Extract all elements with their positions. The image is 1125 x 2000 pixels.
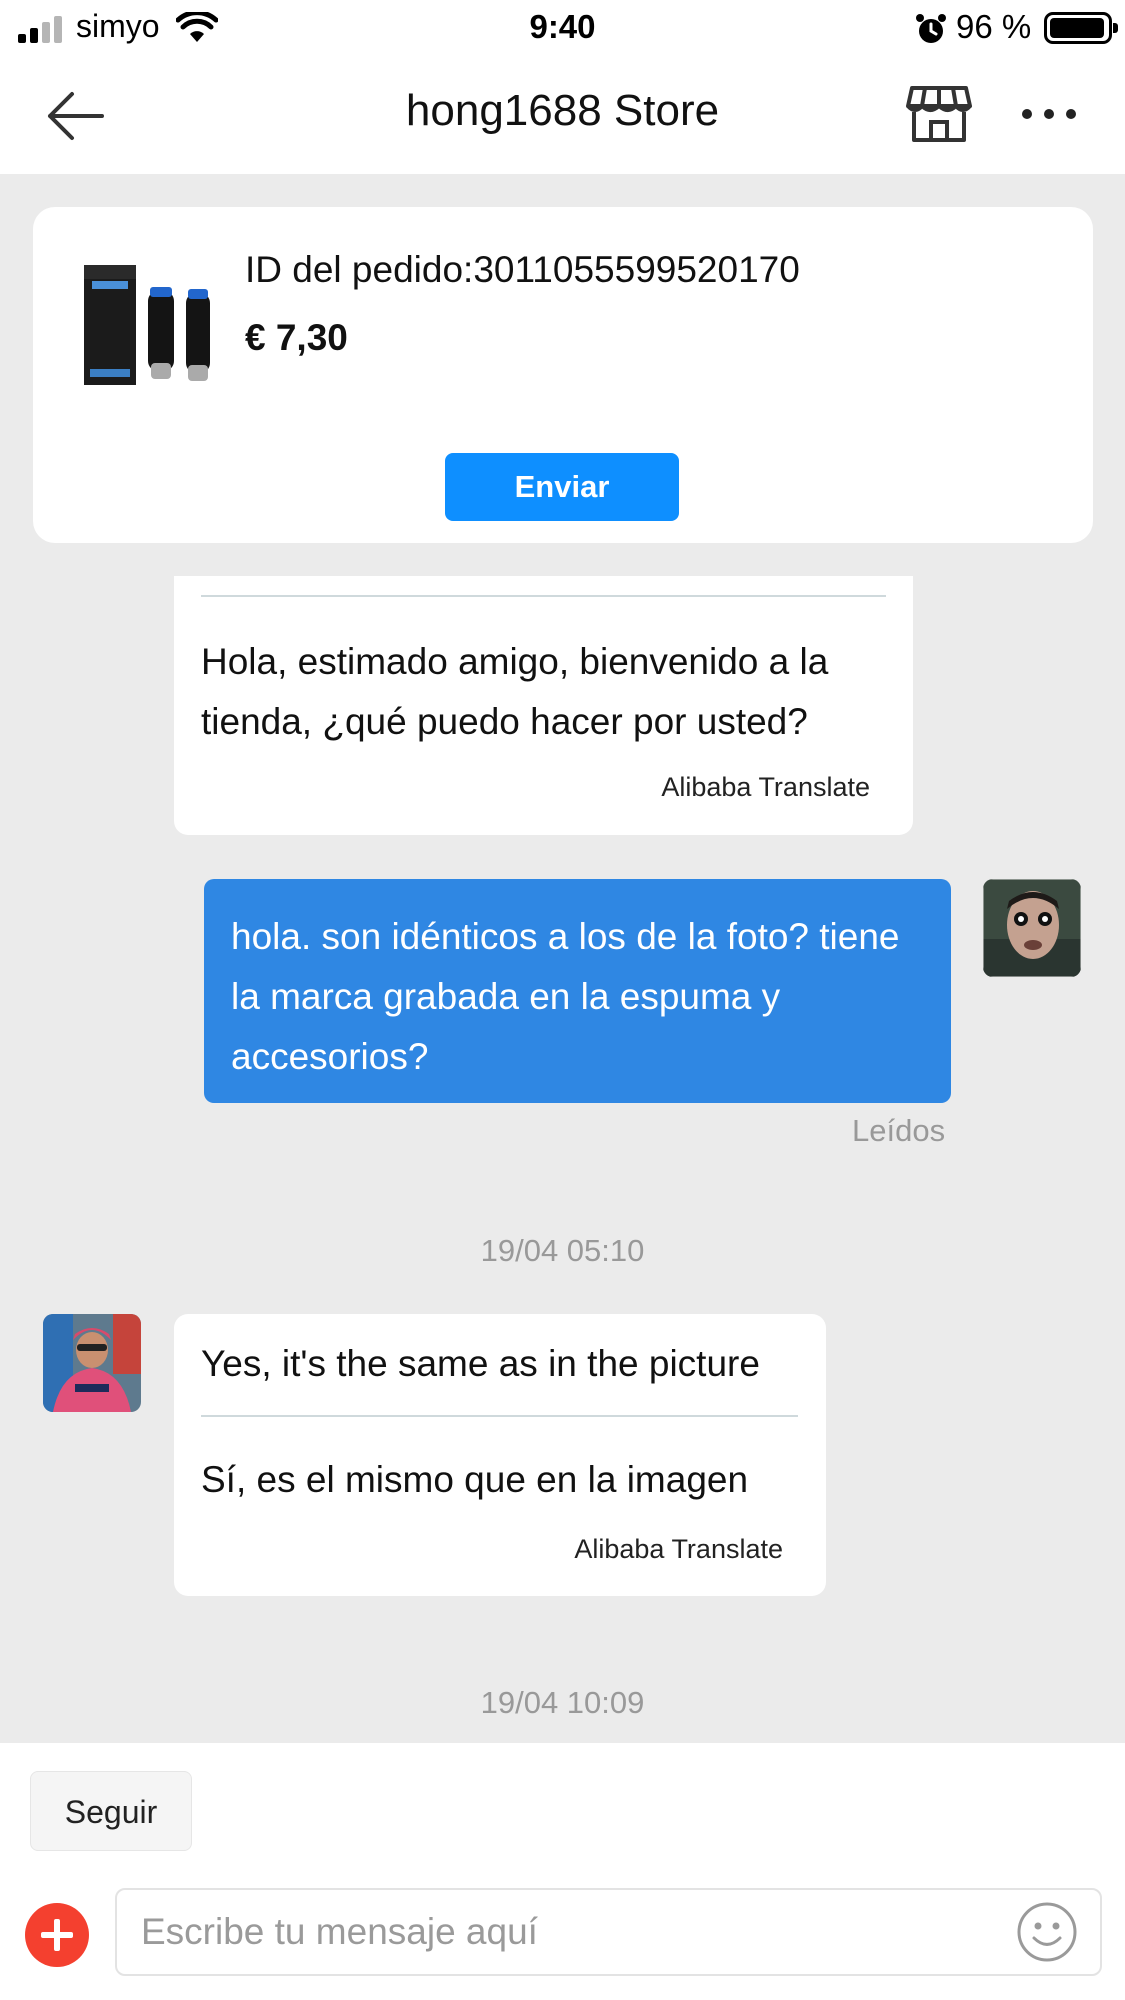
translation-credit: Alibaba Translate <box>661 772 870 802</box>
message-original-text: Yes, it's the same as in the picture <box>201 1343 760 1384</box>
composer-area: Seguir <box>0 1743 1125 2000</box>
battery-icon <box>1044 12 1118 44</box>
message-translated-text: Sí, es el mismo que en la imagen <box>201 1459 749 1500</box>
order-id: ID del pedido:3011055599520170 <box>245 249 800 290</box>
seller-avatar[interactable] <box>43 1314 141 1412</box>
user-avatar[interactable] <box>983 879 1081 977</box>
follow-button[interactable]: Seguir <box>30 1771 192 1851</box>
incoming-message: Hola, estimado amigo, bienvenido a la ti… <box>174 560 913 835</box>
translation-divider <box>201 595 886 597</box>
translation-credit: Alibaba Translate <box>574 1534 783 1564</box>
battery-percentage: 96 % <box>956 8 1032 45</box>
alarm-icon <box>916 14 946 43</box>
send-order-button[interactable]: Enviar <box>445 453 679 521</box>
message-text: hola. son idénticos a los de la foto? ti… <box>231 916 900 1077</box>
translation-divider <box>201 1415 798 1417</box>
outgoing-message: hola. son idénticos a los de la foto? ti… <box>204 879 951 1103</box>
order-price: € 7,30 <box>245 317 348 358</box>
message-translated-text: Hola, estimado amigo, bienvenido a la ti… <box>201 641 829 742</box>
message-input[interactable] <box>115 1888 1102 1976</box>
incoming-message: Yes, it's the same as in the picture Sí,… <box>174 1314 826 1596</box>
read-status: Leídos <box>852 1113 946 1148</box>
seller-avatar-image <box>43 1314 141 1412</box>
message-timestamp: 19/04 05:10 <box>480 1233 645 1268</box>
product-image[interactable] <box>78 257 218 387</box>
nav-bar: hong1688 Store <box>0 56 1125 174</box>
status-bar: simyo 9:40 96 % <box>0 0 1125 56</box>
message-timestamp: 19/04 10:09 <box>480 1685 645 1720</box>
order-card: ID del pedido:3011055599520170 € 7,30 En… <box>33 207 1093 543</box>
store-icon[interactable] <box>906 84 972 144</box>
more-icon[interactable] <box>1022 104 1076 124</box>
emoji-icon[interactable] <box>1016 1901 1078 1963</box>
user-avatar-image <box>983 879 1081 977</box>
add-icon[interactable] <box>25 1903 89 1967</box>
